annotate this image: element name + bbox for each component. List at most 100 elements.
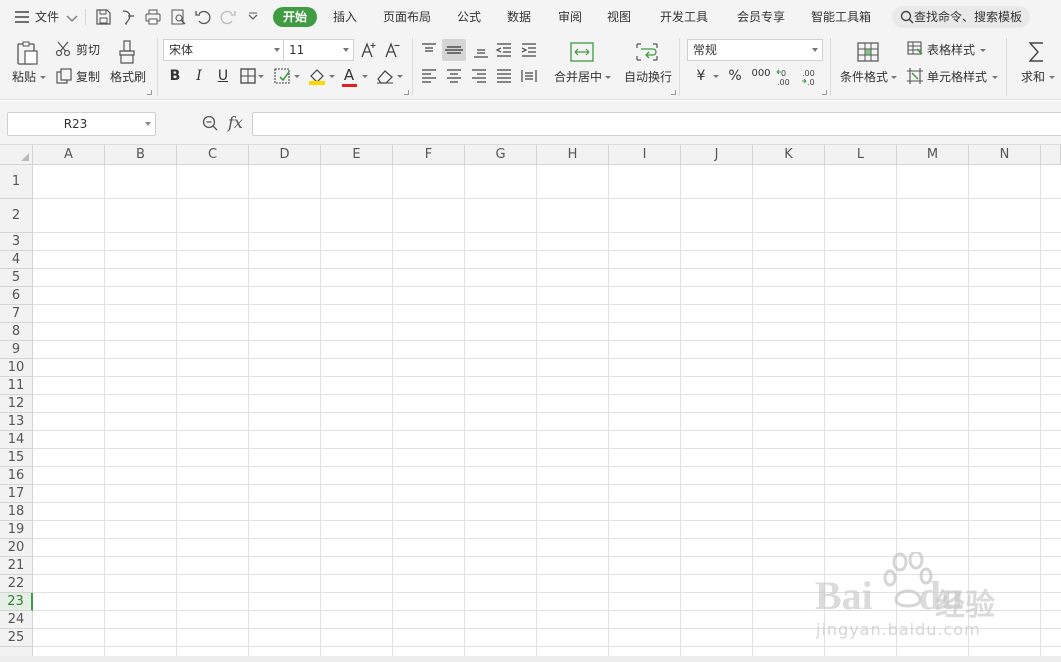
column-header-m[interactable]: M bbox=[897, 145, 969, 165]
column-header-d[interactable]: D bbox=[249, 145, 321, 165]
command-search-box[interactable]: 查找命令、搜索模板 bbox=[892, 6, 1030, 28]
table-style-button[interactable]: 表格样式 bbox=[927, 43, 975, 57]
row-header-10[interactable]: 10 bbox=[0, 359, 33, 377]
row-header-15[interactable]: 15 bbox=[0, 449, 33, 467]
tab-formulas[interactable]: 公式 bbox=[457, 0, 481, 34]
row-header-8[interactable]: 8 bbox=[0, 323, 33, 341]
format-painter-button[interactable]: 格式刷 bbox=[110, 70, 146, 84]
row-header-3[interactable]: 3 bbox=[0, 233, 33, 251]
increase-indent-icon[interactable] bbox=[520, 41, 538, 59]
cell-fill-pattern-icon[interactable] bbox=[274, 68, 292, 84]
sum-icon[interactable] bbox=[1027, 40, 1047, 64]
column-header-overflow[interactable] bbox=[1041, 145, 1061, 165]
chevron-down-icon[interactable] bbox=[992, 76, 998, 79]
chevron-down-icon[interactable] bbox=[891, 76, 897, 79]
insert-function-button[interactable]: fx bbox=[228, 113, 243, 132]
tab-page-layout[interactable]: 页面布局 bbox=[383, 0, 431, 34]
increase-decimal-icon[interactable]: 0.00 bbox=[775, 67, 795, 87]
alignment-dialog-launcher[interactable] bbox=[671, 90, 676, 95]
tab-member[interactable]: 会员专享 bbox=[737, 0, 785, 34]
chevron-down-icon[interactable] bbox=[1049, 76, 1055, 79]
align-center-icon[interactable] bbox=[445, 68, 463, 84]
row-header-20[interactable]: 20 bbox=[0, 539, 33, 557]
distributed-align-icon[interactable] bbox=[520, 68, 538, 84]
row-header-12[interactable]: 12 bbox=[0, 395, 33, 413]
chevron-down-icon[interactable] bbox=[329, 75, 335, 78]
row-header-22[interactable]: 22 bbox=[0, 575, 33, 593]
row-header-9[interactable]: 9 bbox=[0, 341, 33, 359]
export-pdf-icon[interactable] bbox=[119, 8, 137, 26]
print-preview-icon[interactable] bbox=[169, 8, 187, 26]
row-header-24[interactable]: 24 bbox=[0, 611, 33, 629]
column-header-k[interactable]: K bbox=[753, 145, 825, 165]
row-header-16[interactable]: 16 bbox=[0, 467, 33, 485]
chevron-down-icon[interactable] bbox=[258, 75, 264, 78]
chevron-down-icon[interactable] bbox=[980, 49, 986, 52]
file-menu[interactable]: 文件 bbox=[35, 0, 59, 34]
tab-view[interactable]: 视图 bbox=[607, 0, 631, 34]
font-color-button[interactable]: A bbox=[342, 66, 356, 84]
undo-icon[interactable] bbox=[194, 8, 212, 26]
increase-font-size-icon[interactable] bbox=[360, 40, 378, 60]
zoom-icon[interactable] bbox=[201, 114, 219, 132]
column-header-i[interactable]: I bbox=[609, 145, 681, 165]
column-header-n[interactable]: N bbox=[969, 145, 1041, 165]
row-header-23[interactable]: 23 bbox=[0, 593, 33, 611]
tab-review[interactable]: 审阅 bbox=[558, 0, 582, 34]
row-header-21[interactable]: 21 bbox=[0, 557, 33, 575]
wrap-text-button[interactable]: 自动换行 bbox=[624, 70, 672, 84]
align-bottom-icon[interactable] bbox=[472, 41, 490, 59]
redo-icon[interactable] bbox=[219, 8, 237, 26]
cell-style-button[interactable]: 单元格样式 bbox=[927, 70, 987, 84]
customize-toolbar-icon[interactable] bbox=[244, 8, 262, 26]
formula-input[interactable] bbox=[252, 112, 1061, 136]
chevron-down-icon[interactable] bbox=[145, 122, 151, 126]
column-header-h[interactable]: H bbox=[537, 145, 609, 165]
name-box[interactable]: R23 bbox=[7, 112, 156, 136]
copy-button[interactable]: 复制 bbox=[76, 70, 100, 84]
thousands-separator-button[interactable]: 000 bbox=[750, 65, 772, 83]
number-format-select[interactable]: 常规 bbox=[687, 39, 823, 61]
justify-icon[interactable] bbox=[495, 68, 513, 84]
row-header-14[interactable]: 14 bbox=[0, 431, 33, 449]
conditional-format-button[interactable]: 条件格式 bbox=[840, 70, 888, 84]
column-header-j[interactable]: J bbox=[681, 145, 753, 165]
chevron-down-icon[interactable] bbox=[605, 76, 611, 79]
number-dialog-launcher[interactable] bbox=[822, 90, 827, 95]
cut-button[interactable]: 剪切 bbox=[76, 43, 100, 57]
row-header-1[interactable]: 1 bbox=[0, 165, 33, 199]
align-left-icon[interactable] bbox=[420, 68, 438, 84]
align-top-icon[interactable] bbox=[420, 41, 438, 59]
hamburger-menu-icon[interactable] bbox=[13, 8, 31, 26]
align-right-icon[interactable] bbox=[470, 68, 488, 84]
borders-icon[interactable] bbox=[240, 68, 256, 84]
tab-home[interactable]: 开始 bbox=[273, 7, 318, 27]
chevron-down-icon[interactable] bbox=[397, 75, 403, 78]
tab-data[interactable]: 数据 bbox=[507, 0, 531, 34]
chevron-down-icon[interactable] bbox=[63, 9, 81, 27]
paste-button[interactable]: 粘贴 bbox=[12, 70, 36, 84]
column-header-e[interactable]: E bbox=[321, 145, 393, 165]
decrease-indent-icon[interactable] bbox=[495, 41, 513, 59]
save-icon[interactable] bbox=[94, 8, 112, 26]
column-header-f[interactable]: F bbox=[393, 145, 465, 165]
select-all-corner[interactable] bbox=[0, 145, 33, 165]
copy-icon[interactable] bbox=[55, 67, 73, 85]
merge-center-icon[interactable] bbox=[569, 41, 595, 63]
currency-button[interactable]: ¥ bbox=[694, 67, 708, 85]
row-header-17[interactable]: 17 bbox=[0, 485, 33, 503]
eraser-icon[interactable] bbox=[376, 68, 394, 84]
paste-icon[interactable] bbox=[16, 40, 40, 66]
chevron-down-icon[interactable] bbox=[713, 75, 719, 78]
row-header-11[interactable]: 11 bbox=[0, 377, 33, 395]
decrease-decimal-icon[interactable]: .00.0 bbox=[800, 67, 820, 87]
wrap-text-icon[interactable] bbox=[634, 41, 660, 63]
tab-developer[interactable]: 开发工具 bbox=[660, 0, 708, 34]
decrease-font-size-icon[interactable] bbox=[384, 40, 402, 60]
font-dialog-launcher[interactable] bbox=[404, 90, 409, 95]
tab-insert[interactable]: 插入 bbox=[333, 0, 357, 34]
tab-smart-toolbox[interactable]: 智能工具箱 bbox=[811, 0, 871, 34]
print-icon[interactable] bbox=[144, 8, 162, 26]
row-header-19[interactable]: 19 bbox=[0, 521, 33, 539]
conditional-format-icon[interactable] bbox=[856, 41, 880, 63]
